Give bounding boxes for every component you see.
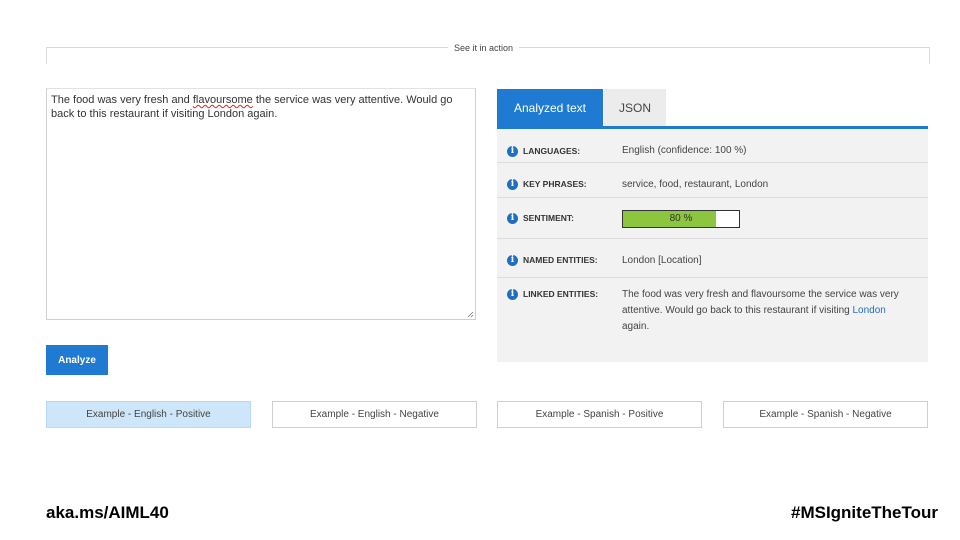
input-text-start: The food was very fresh and bbox=[51, 94, 193, 106]
row-sentiment: i SENTIMENT: 80 % bbox=[497, 198, 928, 239]
section-title: See it in action bbox=[448, 43, 520, 53]
text-input[interactable]: The food was very fresh and flavoursome … bbox=[46, 88, 476, 320]
row-value: service, food, restaurant, London bbox=[622, 179, 769, 190]
input-text[interactable]: The food was very fresh and flavoursome … bbox=[51, 93, 463, 121]
info-icon: i bbox=[507, 213, 518, 224]
footer-hashtag: #MSIgniteTheTour bbox=[790, 503, 938, 522]
row-label: KEY PHRASES: bbox=[523, 179, 587, 189]
misspelled-word: flavoursome bbox=[192, 94, 253, 106]
resize-handle-icon[interactable] bbox=[467, 311, 474, 318]
row-value: London [Location] bbox=[622, 255, 702, 266]
row-label: SENTIMENT: bbox=[523, 213, 574, 223]
sentiment-bar: 80 % bbox=[622, 210, 740, 228]
row-languages: i LANGUAGES: English (confidence: 100 %) bbox=[497, 129, 928, 163]
row-value: English (confidence: 100 %) bbox=[622, 145, 747, 156]
row-label: LINKED ENTITIES: bbox=[523, 289, 599, 299]
row-named-entities: i NAMED ENTITIES: London [Location] bbox=[497, 239, 928, 278]
results-tabs: Analyzed text JSON bbox=[497, 89, 928, 129]
info-icon: i bbox=[507, 179, 518, 190]
linked-entities-text-end: again. bbox=[622, 321, 650, 332]
row-label: NAMED ENTITIES: bbox=[523, 255, 598, 265]
london-link[interactable]: London bbox=[853, 305, 886, 316]
footer-link: aka.ms/AIML40 bbox=[46, 503, 169, 522]
sentiment-value: 80 % bbox=[669, 213, 693, 224]
example-english-positive-button[interactable]: Example - English - Positive bbox=[46, 401, 251, 428]
row-key-phrases: i KEY PHRASES: service, food, restaurant… bbox=[497, 163, 928, 198]
analyze-button[interactable]: Analyze bbox=[46, 345, 108, 375]
linked-entities-value: The food was very fresh and flavoursome … bbox=[622, 287, 912, 335]
example-spanish-positive-button[interactable]: Example - Spanish - Positive bbox=[497, 401, 702, 428]
row-linked-entities: i LINKED ENTITIES: The food was very fre… bbox=[497, 278, 928, 338]
info-icon: i bbox=[507, 255, 518, 266]
tab-analyzed-text[interactable]: Analyzed text bbox=[497, 89, 603, 126]
tab-json[interactable]: JSON bbox=[604, 89, 666, 126]
info-icon: i bbox=[507, 146, 518, 157]
example-spanish-negative-button[interactable]: Example - Spanish - Negative bbox=[723, 401, 928, 428]
info-icon: i bbox=[507, 289, 518, 300]
example-english-negative-button[interactable]: Example - English - Negative bbox=[272, 401, 477, 428]
results-panel: Analyzed text JSON i LANGUAGES: English … bbox=[497, 89, 928, 362]
row-label: LANGUAGES: bbox=[523, 146, 581, 156]
